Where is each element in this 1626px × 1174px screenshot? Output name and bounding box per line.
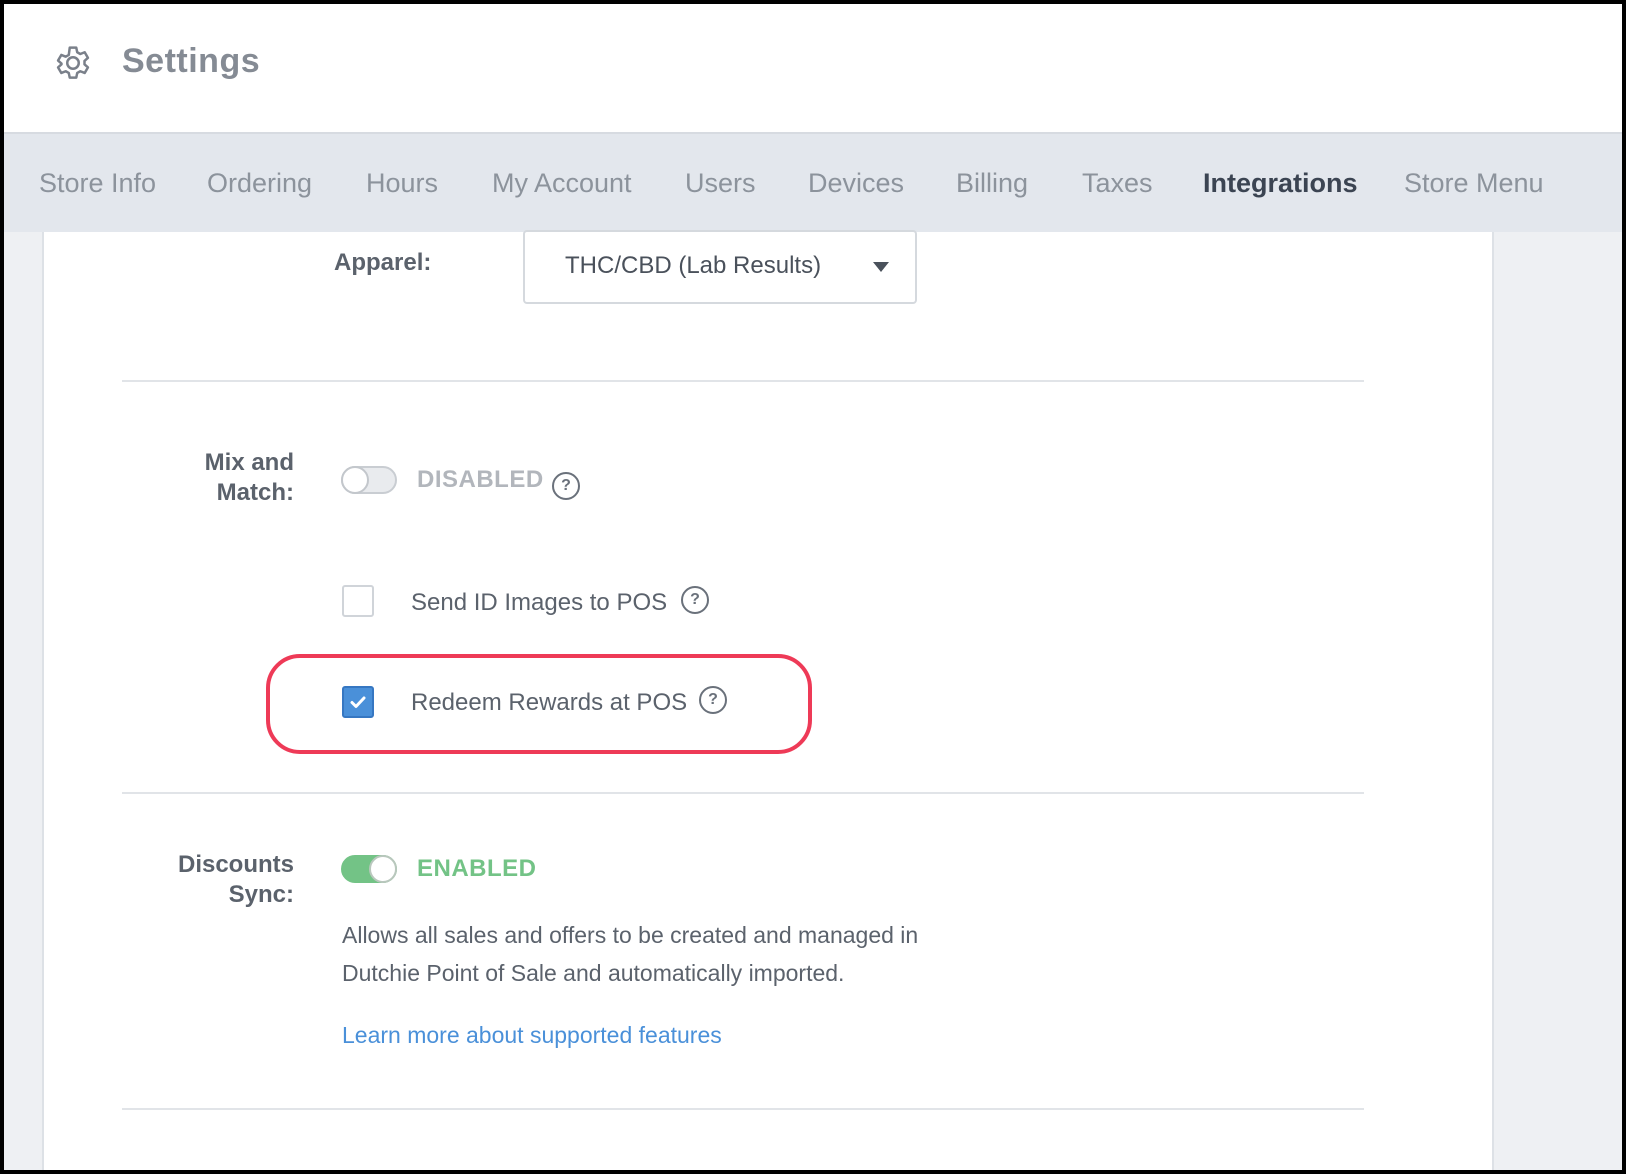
page-title: Settings [122,42,261,80]
tab-devices[interactable]: Devices [808,168,904,199]
gear-icon [56,46,90,79]
tab-taxes[interactable]: Taxes [1082,168,1153,199]
mix-match-label-line2: Match: [216,479,294,506]
discounts-sync-toggle[interactable] [341,855,397,883]
description-line2: Dutchie Point of Sale and automatically … [342,960,845,986]
mix-match-status: DISABLED [417,466,544,493]
app-window: Settings Store Info Ordering Hours My Ac… [4,4,1622,1170]
discounts-sync-description: Allows all sales and offers to be create… [342,916,1042,992]
tab-billing[interactable]: Billing [956,168,1028,199]
apparel-label: Apparel: [334,249,432,276]
help-icon[interactable]: ? [699,686,727,714]
apparel-select-value: THC/CBD (Lab Results) [565,252,822,279]
settings-tabs: Store Info Ordering Hours My Account Use… [4,132,1622,232]
apparel-select[interactable]: THC/CBD (Lab Results) [523,230,917,304]
send-id-images-checkbox[interactable] [342,585,374,617]
discounts-sync-status: ENABLED [417,855,537,882]
discounts-sync-label: Discounts Sync: [144,850,294,910]
learn-more-link[interactable]: Learn more about supported features [342,1022,722,1049]
section-divider [122,380,1364,382]
toggle-knob [369,855,397,883]
chevron-down-icon [873,262,889,272]
help-icon[interactable]: ? [552,472,580,500]
help-icon[interactable]: ? [681,586,709,614]
section-divider [122,792,1364,794]
tab-my-account[interactable]: My Account [492,168,632,199]
mix-match-label: Mix and Match: [144,448,294,508]
integrations-panel: Apparel: THC/CBD (Lab Results) Mix and M… [42,230,1494,1170]
tab-store-info[interactable]: Store Info [39,168,156,199]
send-id-images-label: Send ID Images to POS [411,589,668,616]
mix-match-label-line1: Mix and [204,449,294,476]
description-line1: Allows all sales and offers to be create… [342,922,919,948]
toggle-knob [341,466,369,494]
tab-users[interactable]: Users [685,168,756,199]
mix-match-toggle[interactable] [341,466,397,494]
tab-ordering[interactable]: Ordering [207,168,312,199]
redeem-rewards-label: Redeem Rewards at POS [411,689,688,716]
redeem-rewards-checkbox[interactable] [342,686,374,718]
discounts-sync-label-line1: Discounts [177,851,294,878]
checkmark-icon [350,696,366,708]
tab-store-menu[interactable]: Store Menu [1404,168,1544,199]
tab-hours[interactable]: Hours [366,168,438,199]
discounts-sync-label-line2: Sync: [228,881,294,908]
section-divider [122,1108,1364,1110]
tab-integrations[interactable]: Integrations [1203,168,1358,199]
page-header: Settings [4,4,1622,132]
